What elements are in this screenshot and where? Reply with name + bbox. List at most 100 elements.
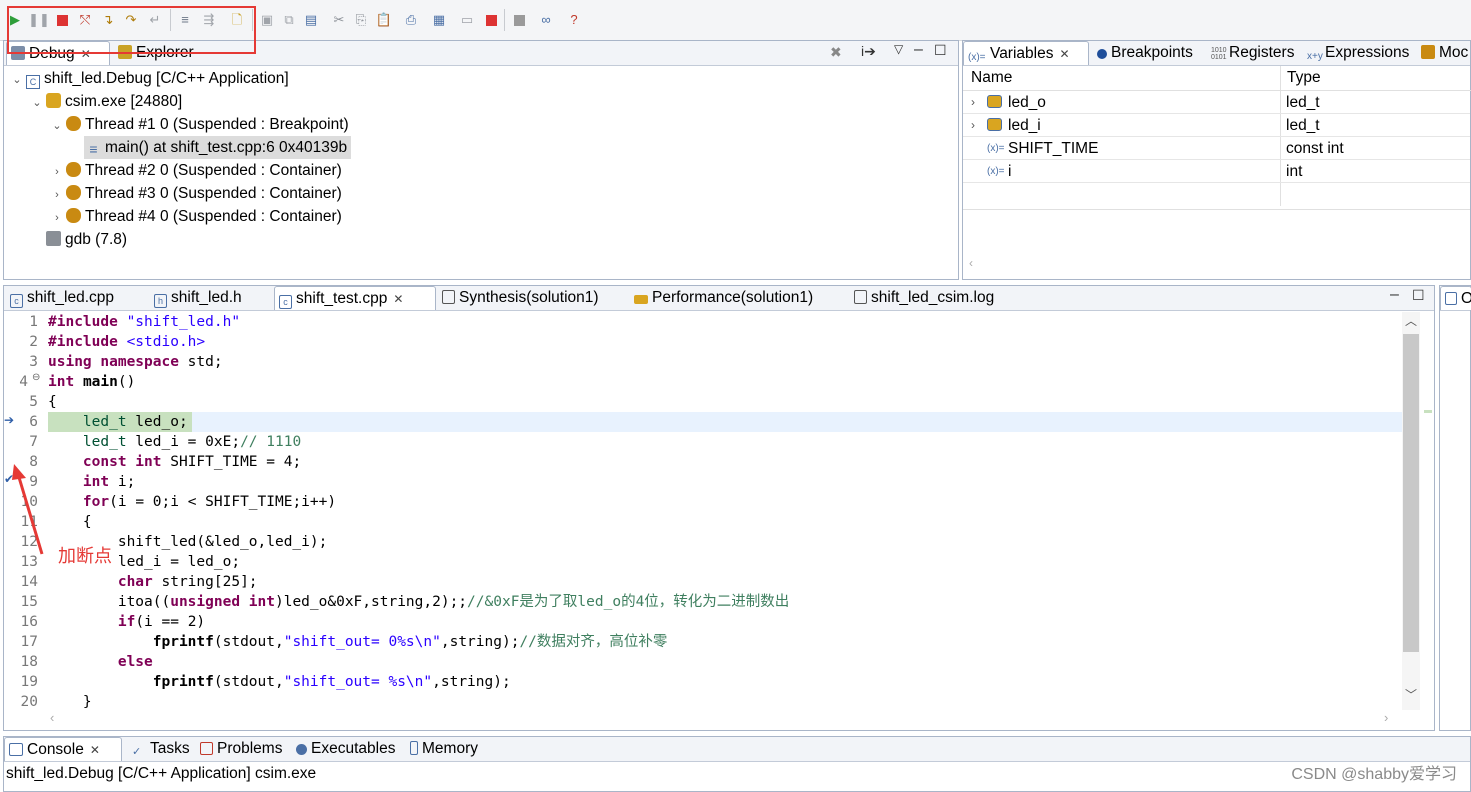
tab-tasks[interactable]: ✓ Tasks (128, 737, 196, 761)
tab-label: Tasks (150, 740, 190, 757)
scroll-right-icon[interactable]: › (1384, 710, 1388, 725)
close-icon[interactable]: ✕ (90, 743, 100, 757)
scroll-down-icon[interactable]: ﹀ (1405, 686, 1417, 703)
tab-expressions[interactable]: x+y Expressions (1303, 41, 1415, 65)
scroll-up-icon[interactable]: ︿ (1405, 312, 1417, 329)
synthesis-icon[interactable]: ▦ (430, 11, 448, 29)
current-line-highlight (48, 412, 1402, 432)
chevron-right-icon[interactable]: › (971, 91, 975, 114)
stop-icon[interactable] (482, 11, 500, 29)
tree-item-launch[interactable]: ⌄ Cshift_led.Debug [C/C++ Application] (10, 67, 289, 90)
chevron-down-icon[interactable]: ⌄ (30, 92, 44, 115)
maximize-icon[interactable]: ☐ (1412, 287, 1425, 304)
tree-item-thread-3[interactable]: › Thread #3 0 (Suspended : Container) (50, 182, 342, 205)
tab-variables[interactable]: (x)= Variables ✕ (963, 41, 1089, 65)
tab-shift-test-cpp[interactable]: c shift_test.cpp ✕ (274, 286, 436, 310)
toolbar-separator (170, 9, 171, 31)
minimize-icon[interactable]: – (914, 41, 923, 59)
horizontal-scrollbar[interactable]: ‹ › (48, 710, 1402, 728)
step-over-icon[interactable]: ↷ (122, 11, 140, 29)
scroll-left-icon[interactable]: ‹ (969, 256, 973, 270)
tab-console[interactable]: Console ✕ (4, 737, 122, 761)
table-row[interactable]: (x)= i int (963, 160, 1470, 183)
save-all-icon[interactable]: ⧉ (280, 11, 298, 29)
column-header-name[interactable]: Name (965, 66, 1281, 90)
tab-outline[interactable]: O (1440, 286, 1471, 310)
tab-modules[interactable]: Moc (1417, 41, 1471, 65)
run-icon[interactable] (510, 11, 528, 29)
tab-executables[interactable]: Executables (292, 737, 404, 761)
disconnect-icon[interactable]: ⤲ (76, 11, 94, 29)
remove-terminated-icon[interactable]: ✖ (830, 44, 842, 61)
minimize-icon[interactable]: – (1390, 286, 1399, 304)
tree-item-thread-2[interactable]: › Thread #2 0 (Suspended : Container) (50, 159, 342, 182)
tab-shift-led-cpp[interactable]: c shift_led.cpp (6, 286, 146, 310)
tab-label: shift_test.cpp (296, 290, 388, 307)
variable-icon: (x)= (987, 166, 1005, 177)
save-as-icon[interactable]: ▤ (302, 11, 320, 29)
table-row[interactable]: › led_i led_t (963, 114, 1470, 137)
print-icon[interactable]: ⎙ (402, 11, 420, 29)
step-into-icon[interactable]: ↴ (99, 11, 117, 29)
new-file-icon[interactable]: 🗋 (228, 11, 246, 29)
chevron-down-icon[interactable]: ⌄ (50, 115, 64, 138)
chevron-right-icon[interactable]: › (971, 114, 975, 137)
resume-icon[interactable]: ▶ (6, 11, 24, 29)
tab-problems[interactable]: Problems (196, 737, 290, 761)
tab-synthesis[interactable]: Synthesis(solution1) (438, 286, 626, 310)
tab-memory[interactable]: Memory (406, 737, 498, 761)
code-editor[interactable]: ➔ ✔ ⊖ 1 #include "shift_led.h" 2 #include … (4, 312, 1402, 710)
link-icon[interactable]: ∞ (537, 11, 555, 29)
chevron-right-icon[interactable]: › (50, 207, 64, 230)
cut-icon[interactable]: ✂ (330, 11, 348, 29)
close-icon[interactable]: ✕ (393, 292, 403, 306)
table-row[interactable]: (x)= SHIFT_TIME const int (963, 137, 1470, 160)
tab-shift-led-h[interactable]: h shift_led.h (150, 286, 272, 310)
fold-icon[interactable]: ⊖ (32, 372, 40, 383)
tab-label: Expressions (1325, 44, 1410, 61)
tree-item-thread-1[interactable]: ⌄ Thread #1 0 (Suspended : Breakpoint) (50, 113, 349, 136)
terminate-icon[interactable] (53, 11, 71, 29)
tree-item-gdb[interactable]: gdb (7.8) (44, 228, 127, 251)
struct-icon (987, 95, 1002, 108)
copy-icon[interactable]: ⎘ (352, 11, 370, 29)
column-header-type[interactable]: Type (1281, 66, 1471, 90)
chevron-right-icon[interactable]: › (50, 161, 64, 184)
tree-item-thread-4[interactable]: › Thread #4 0 (Suspended : Container) (50, 205, 342, 228)
tab-csim-log[interactable]: shift_led_csim.log (850, 286, 1030, 310)
vertical-scrollbar[interactable]: ︿ ﹀ (1402, 312, 1420, 710)
line-number: 7 (29, 434, 38, 450)
scrollbar-thumb[interactable] (1403, 334, 1419, 652)
drop-to-frame-icon[interactable]: ≡ (176, 11, 194, 29)
chevron-right-icon[interactable]: › (50, 184, 64, 207)
registers-icon: 1010 0101 (1211, 47, 1227, 61)
maximize-icon[interactable]: ☐ (934, 42, 947, 59)
table-row[interactable]: › led_o led_t (963, 91, 1470, 114)
thread-icon (66, 208, 81, 223)
paste-icon[interactable]: 📋 (375, 11, 393, 29)
tab-label: Executables (311, 740, 396, 757)
suspend-icon[interactable]: ❚❚ (28, 11, 50, 29)
tab-registers[interactable]: 1010 0101 Registers (1207, 41, 1303, 65)
step-return-icon[interactable]: ↵ (146, 11, 164, 29)
folder-icon (118, 45, 132, 59)
tab-label: Breakpoints (1111, 44, 1193, 61)
view-menu-icon[interactable]: ▽ (894, 42, 903, 56)
scroll-left-icon[interactable]: ‹ (50, 710, 54, 725)
tree-item-process[interactable]: ⌄ csim.exe [24880] (30, 90, 182, 113)
close-icon[interactable]: ✕ (1059, 47, 1069, 61)
step-mode-icon[interactable]: i➔ (861, 43, 876, 60)
tree-item-stack-frame[interactable]: ≡ main() at shift_test.cpp:6 0x40139b (84, 136, 352, 159)
tab-debug[interactable]: Debug ✕ (6, 41, 110, 65)
tab-performance[interactable]: Performance(solution1) (630, 286, 848, 310)
use-step-filters-icon[interactable]: ⇶ (200, 11, 218, 29)
close-icon[interactable]: ✕ (81, 47, 91, 61)
chevron-down-icon[interactable]: ⌄ (10, 69, 24, 92)
tab-breakpoints[interactable]: Breakpoints (1093, 41, 1205, 65)
tab-explorer[interactable]: Explorer (114, 41, 214, 65)
help-icon[interactable]: ? (565, 11, 583, 29)
save-icon[interactable]: ▣ (258, 11, 276, 29)
tab-label: Explorer (136, 44, 194, 61)
outline-icon (1445, 292, 1457, 305)
cosim-icon[interactable]: ▭ (458, 11, 476, 29)
